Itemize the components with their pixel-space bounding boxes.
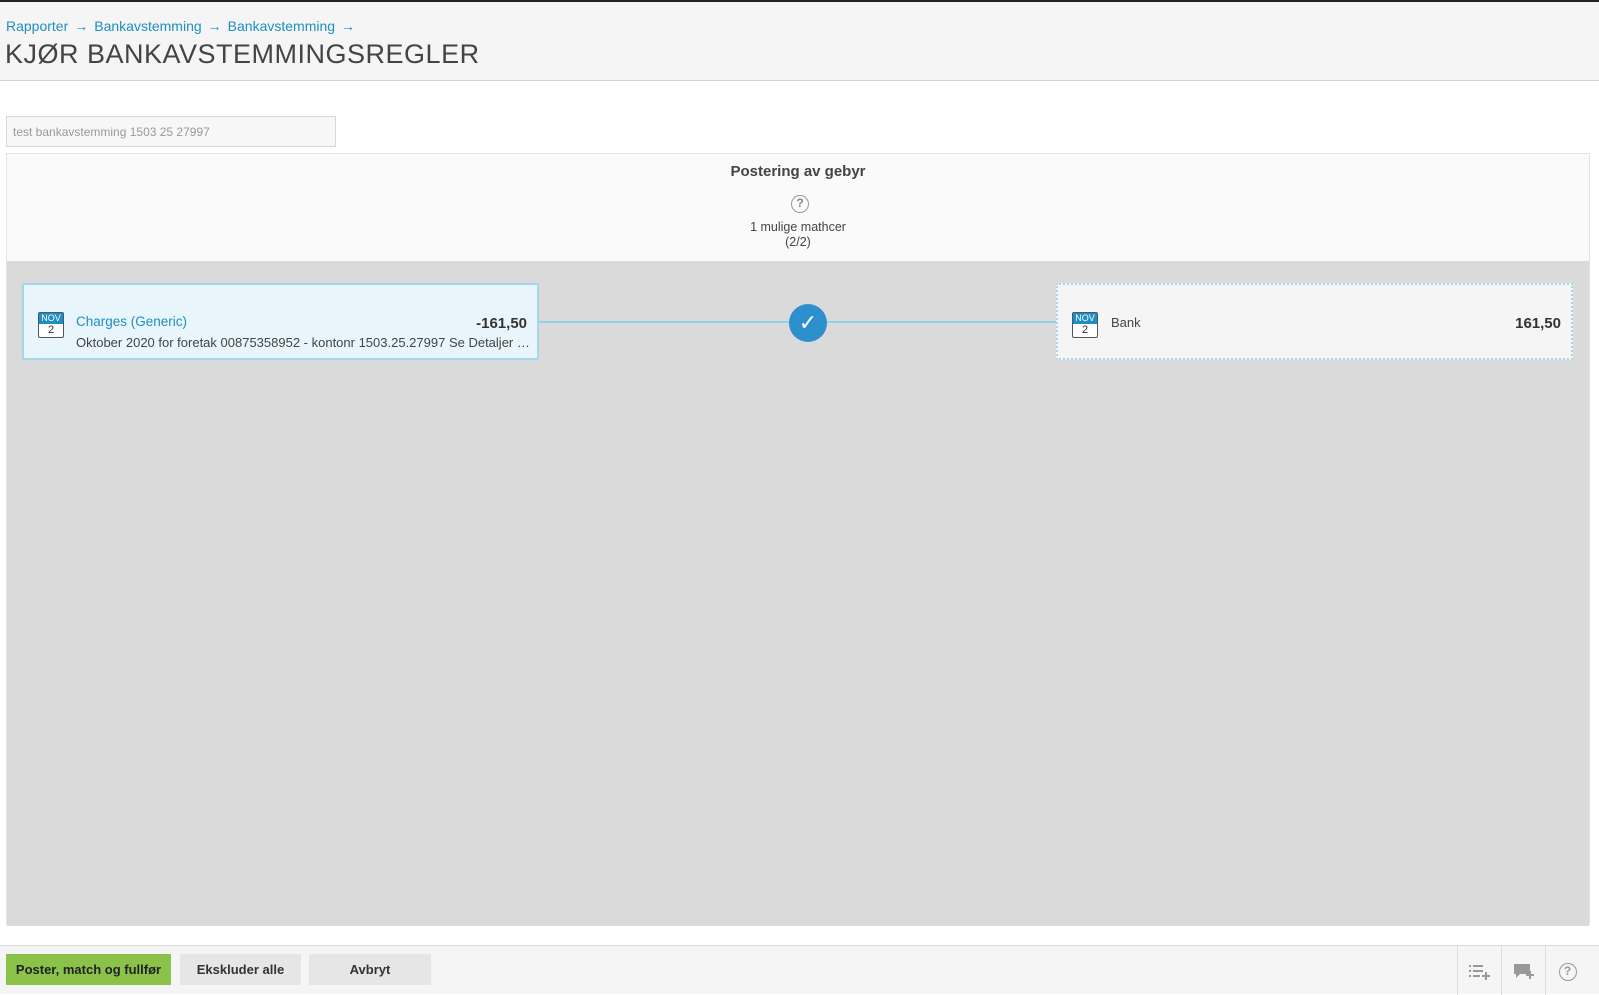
footer-toolbar: Poster, match og fullfør Ekskluder alle … (0, 945, 1599, 995)
list-add-icon[interactable] (1457, 946, 1501, 995)
check-icon[interactable]: ✓ (789, 304, 827, 342)
page-header: Rapporter → Bankavstemming → Bankavstemm… (0, 2, 1599, 81)
breadcrumb-link-bankavstemming-2[interactable]: Bankavstemming (228, 18, 335, 34)
comment-add-icon[interactable] (1501, 946, 1545, 995)
matches-counter: (2/2) (785, 235, 811, 249)
exclude-all-button[interactable]: Ekskluder alle (180, 954, 301, 985)
match-connector-right (827, 321, 1056, 323)
reconciliation-name-input[interactable] (6, 116, 336, 147)
calendar-month: NOV (39, 313, 63, 324)
cancel-button[interactable]: Avbryt (309, 954, 431, 985)
transaction-title[interactable]: Charges (Generic) (76, 314, 187, 329)
rule-title: Postering av gebyr (730, 163, 866, 180)
match-connector-left (539, 321, 789, 323)
calendar-icon: NOV 2 (1072, 312, 1098, 338)
page-title: KJØR BANKAVSTEMMINGSREGLER (5, 39, 480, 69)
breadcrumb-link-bankavstemming[interactable]: Bankavstemming (94, 18, 201, 34)
transaction-description: Oktober 2020 for foretak 00875358952 - k… (76, 335, 531, 350)
calendar-icon: NOV 2 (38, 312, 64, 338)
post-match-complete-button[interactable]: Poster, match og fullfør (6, 954, 171, 985)
bank-label: Bank (1111, 315, 1141, 330)
breadcrumb-arrow-icon: → (74, 18, 89, 34)
ledger-transaction-card[interactable]: NOV 2 Charges (Generic) Oktober 2020 for… (22, 283, 539, 360)
list-add-glyph (1468, 964, 1490, 980)
match-area: NOV 2 Charges (Generic) Oktober 2020 for… (7, 261, 1589, 926)
help-icon[interactable]: ? (1545, 946, 1589, 995)
calendar-day: 2 (1081, 324, 1089, 336)
rule-header: Postering av gebyr ? 1 mulige mathcer (2… (7, 154, 1589, 261)
question-icon[interactable]: ? (791, 195, 809, 213)
bank-transaction-card[interactable]: NOV 2 Bank 161,50 (1056, 283, 1573, 360)
matches-info: 1 mulige mathcer (2/2) (7, 220, 1589, 250)
breadcrumb-arrow-icon: → (341, 18, 356, 34)
breadcrumb: Rapporter → Bankavstemming → Bankavstemm… (6, 18, 355, 34)
calendar-month: NOV (1073, 313, 1097, 324)
rule-panel: Postering av gebyr ? 1 mulige mathcer (2… (6, 153, 1590, 926)
breadcrumb-link-rapporter[interactable]: Rapporter (6, 18, 68, 34)
comment-add-glyph (1513, 963, 1534, 979)
matches-label: 1 mulige mathcer (750, 220, 846, 234)
calendar-day: 2 (47, 324, 55, 336)
help-glyph: ? (1558, 962, 1577, 981)
transaction-amount: -161,50 (476, 315, 527, 332)
breadcrumb-arrow-icon: → (207, 18, 222, 34)
bank-amount: 161,50 (1515, 315, 1561, 332)
